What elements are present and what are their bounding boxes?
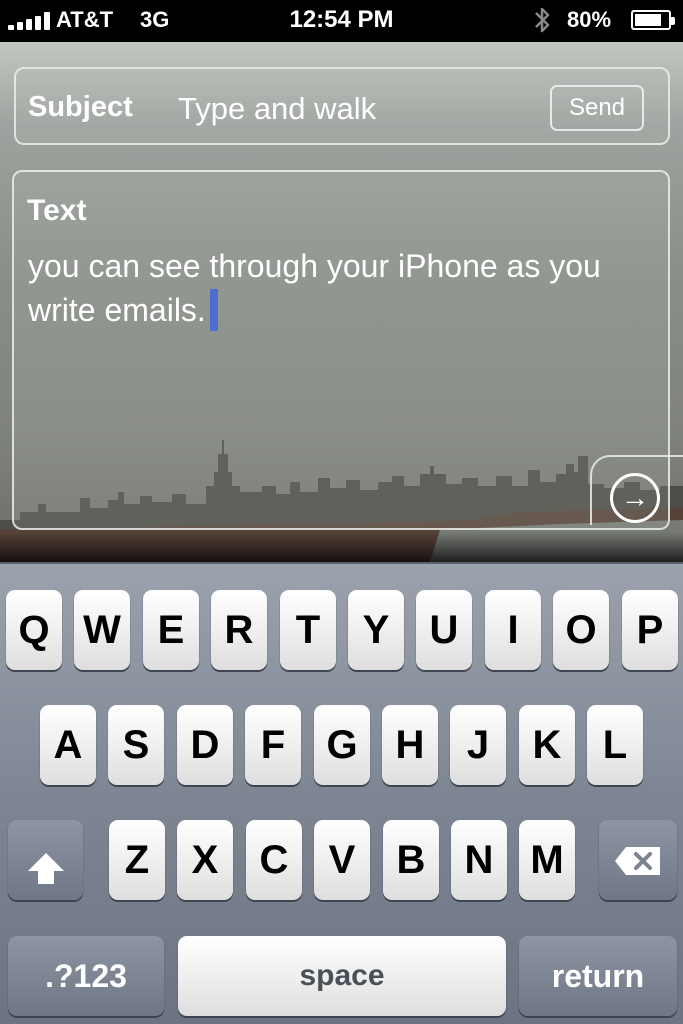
key-a[interactable]: A [40,705,96,785]
key-t[interactable]: T [280,590,336,670]
battery-icon [631,10,675,30]
key-x[interactable]: X [177,820,233,900]
message-body-text: you can see through your iPhone as you w… [28,248,601,328]
bluetooth-icon [535,7,550,33]
key-v[interactable]: V [314,820,370,900]
return-key[interactable]: return [519,936,677,1016]
key-h[interactable]: H [382,705,438,785]
subject-input[interactable]: Type and walk [178,91,376,127]
backspace-icon [615,847,660,875]
numbers-key[interactable]: .?123 [8,936,164,1016]
shift-key[interactable] [8,820,83,900]
key-f[interactable]: F [245,705,301,785]
key-w[interactable]: W [74,590,130,670]
key-s[interactable]: S [108,705,164,785]
key-n[interactable]: N [451,820,507,900]
key-d[interactable]: D [177,705,233,785]
battery-fill [635,14,661,26]
key-u[interactable]: U [416,590,472,670]
battery-percent: 80% [567,7,612,32]
delete-key[interactable] [599,820,677,900]
space-key[interactable]: space [178,936,506,1016]
key-z[interactable]: Z [109,820,165,900]
shift-arrow-icon [27,853,64,884]
key-o[interactable]: O [553,590,609,670]
key-l[interactable]: L [587,705,643,785]
key-q[interactable]: Q [6,590,62,670]
key-c[interactable]: C [246,820,302,900]
key-b[interactable]: B [383,820,439,900]
key-r[interactable]: R [211,590,267,670]
onscreen-keyboard: .?123 space return QWERTYUIOP ASDFGHJKL ZX… [0,562,683,1024]
send-button[interactable]: Send [550,85,644,131]
key-m[interactable]: M [519,820,575,900]
message-text-area[interactable]: Text you can see through your iPhone as … [12,170,670,530]
message-body-field[interactable]: you can see through your iPhone as you w… [28,244,648,332]
text-label: Text [27,194,87,227]
arrow-right-circle-icon[interactable]: → [610,473,660,523]
key-g[interactable]: G [314,705,370,785]
key-k[interactable]: K [519,705,575,785]
subject-label: Subject [28,91,133,123]
key-i[interactable]: I [485,590,541,670]
key-j[interactable]: J [450,705,506,785]
key-e[interactable]: E [143,590,199,670]
subject-row: Subject Type and walk Send [14,67,670,145]
status-bar: AT&T 3G 12:54 PM 80% [0,0,683,42]
key-y[interactable]: Y [348,590,404,670]
text-cursor [209,289,218,331]
key-p[interactable]: P [622,590,678,670]
